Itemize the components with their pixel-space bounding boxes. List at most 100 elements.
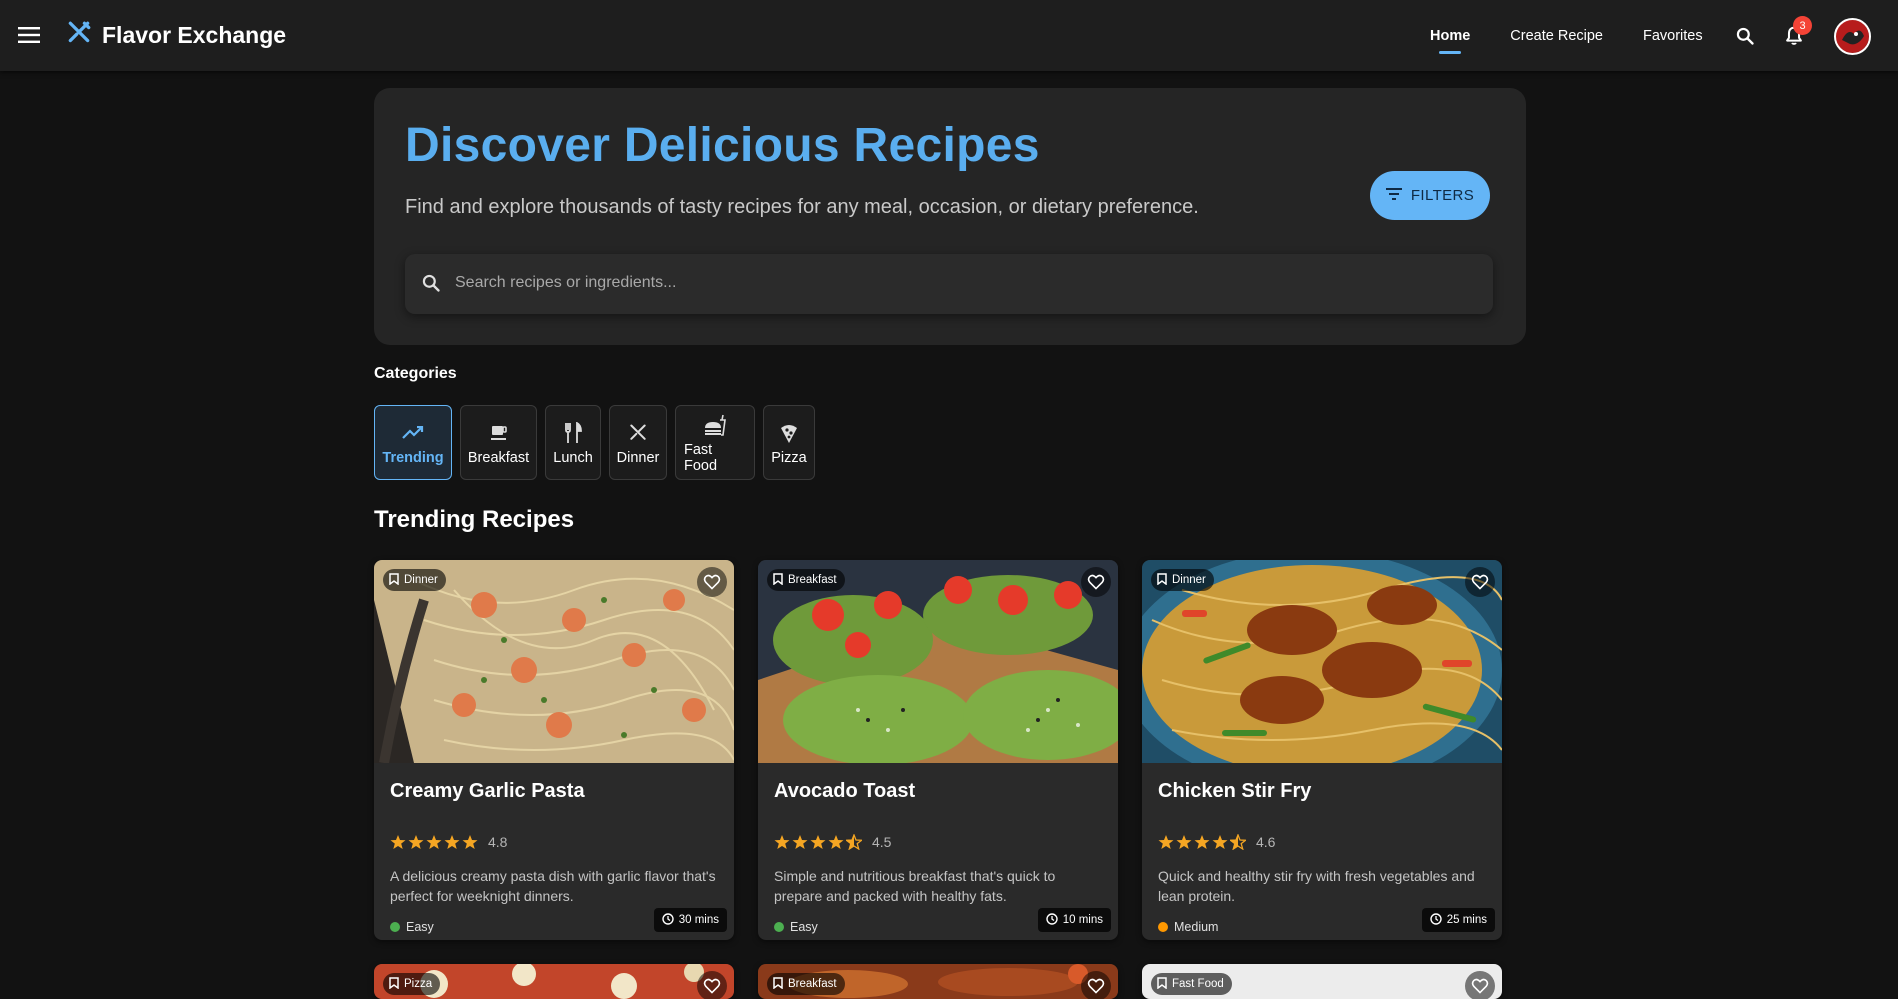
filters-button[interactable]: FILTERS — [1370, 171, 1490, 220]
pizza-icon — [779, 420, 799, 446]
recipe-title: Avocado Toast — [774, 780, 916, 802]
app-title: Flavor Exchange — [102, 22, 287, 48]
star-icon — [462, 835, 478, 849]
heart-icon — [1087, 574, 1105, 590]
nav-favorites[interactable]: Favorites — [1623, 24, 1723, 48]
filter-icon — [1385, 187, 1402, 204]
star-icon — [810, 835, 826, 849]
category-chip-label: Dinner — [1172, 574, 1206, 586]
main-nav: Home Create Recipe Favorites — [1410, 24, 1723, 54]
hero-section: Discover Delicious Recipes Find and expl… — [374, 88, 1526, 345]
search-button[interactable] — [1727, 18, 1763, 54]
recipe-card[interactable]: Dinner 30 mins Creamy Garlic Pasta 4.8 A… — [374, 560, 734, 940]
category-label: Fast Food — [684, 441, 718, 474]
star-icon — [1212, 835, 1228, 849]
favorite-button[interactable] — [697, 971, 727, 999]
category-chip: Fast Food — [1151, 973, 1232, 995]
rating: 4.6 — [1158, 834, 1275, 850]
star-icon — [1194, 835, 1210, 849]
difficulty: Easy — [774, 920, 818, 934]
recipe-title: Creamy Garlic Pasta — [390, 780, 585, 802]
trending-icon — [402, 420, 424, 446]
rating: 4.8 — [390, 834, 507, 850]
category-lunch[interactable]: Lunch — [545, 405, 601, 480]
star-icon — [408, 835, 424, 849]
difficulty: Medium — [1158, 920, 1218, 934]
star-icon — [426, 835, 442, 849]
category-fast-food[interactable]: Fast Food — [675, 405, 755, 480]
category-breakfast[interactable]: Breakfast — [460, 405, 537, 480]
brand[interactable]: Flavor Exchange — [66, 20, 286, 51]
bookmark-icon — [773, 976, 783, 992]
category-chip-label: Fast Food — [1172, 978, 1224, 990]
star-rating — [390, 834, 478, 850]
category-dinner[interactable]: Dinner — [609, 405, 667, 480]
category-chip-label: Breakfast — [788, 574, 837, 586]
clock-icon — [1046, 912, 1058, 928]
difficulty-label: Medium — [1174, 920, 1219, 934]
recipe-card[interactable]: Dinner 25 mins Chicken Stir Fry 4.6 Quic… — [1142, 560, 1502, 940]
star-icon — [1230, 834, 1246, 850]
bookmark-icon — [773, 572, 783, 588]
category-label: Trending — [382, 449, 444, 466]
bookmark-icon — [1157, 976, 1167, 992]
app-bar: Flavor Exchange Home Create Recipe Favor… — [0, 0, 1898, 71]
category-label: Lunch — [553, 449, 593, 466]
star-icon — [846, 834, 862, 850]
search-icon — [1736, 27, 1754, 45]
rating-value: 4.8 — [488, 834, 508, 850]
heart-icon — [1471, 574, 1489, 590]
category-chip: Pizza — [383, 973, 441, 995]
category-label: Breakfast — [467, 449, 530, 466]
coffee-icon — [489, 420, 509, 446]
filters-label: FILTERS — [1410, 187, 1475, 204]
star-icon — [792, 835, 808, 849]
star-icon — [1158, 835, 1174, 849]
time-label: 30 mins — [678, 914, 719, 926]
nav-create-recipe[interactable]: Create Recipe — [1490, 24, 1623, 48]
time-chip: 30 mins — [653, 908, 727, 932]
star-rating — [1158, 834, 1246, 850]
recipe-card[interactable]: Breakfast — [758, 964, 1118, 999]
time-label: 25 mins — [1446, 914, 1487, 926]
star-rating — [774, 834, 862, 850]
utensils-logo-icon — [66, 20, 92, 51]
recipe-description: Simple and nutritious breakfast that's q… — [774, 868, 1056, 904]
category-label: Pizza — [771, 449, 807, 466]
category-pizza[interactable]: Pizza — [763, 405, 815, 480]
categories-heading: Categories — [374, 365, 457, 382]
favorite-button[interactable] — [1081, 971, 1111, 999]
recipe-card[interactable]: Pizza — [374, 964, 734, 999]
star-icon — [828, 835, 844, 849]
time-chip: 10 mins — [1037, 908, 1111, 932]
favorite-button[interactable] — [1465, 567, 1495, 597]
difficulty-dot — [774, 922, 784, 932]
favorite-button[interactable] — [697, 567, 727, 597]
search-icon — [421, 273, 441, 298]
utensils-icon — [563, 420, 583, 446]
category-trending[interactable]: Trending — [374, 405, 452, 480]
star-icon — [1176, 835, 1192, 849]
nav-home[interactable]: Home — [1410, 24, 1490, 54]
rating: 4.5 — [774, 834, 891, 850]
bookmark-icon — [389, 976, 399, 992]
favorite-button[interactable] — [1081, 567, 1111, 597]
recipe-card[interactable]: Fast Food — [1142, 964, 1502, 999]
bookmark-icon — [389, 572, 399, 588]
category-list: Trending Breakfast Lunch Dinner Fast Foo… — [374, 405, 815, 480]
category-label: Dinner — [616, 449, 660, 466]
dinner-icon — [628, 420, 648, 446]
time-chip: 25 mins — [1421, 908, 1495, 932]
category-chip-label: Pizza — [404, 978, 433, 990]
time-label: 10 mins — [1062, 914, 1103, 926]
menu-icon[interactable] — [14, 20, 44, 50]
recipe-title: Chicken Stir Fry — [1158, 780, 1312, 802]
avatar[interactable] — [1834, 18, 1871, 55]
search-input[interactable] — [455, 266, 1315, 300]
notifications-button[interactable]: 3 — [1776, 16, 1812, 54]
clock-icon — [662, 912, 674, 928]
favorite-button[interactable] — [1465, 971, 1495, 999]
category-chip: Dinner — [1151, 569, 1214, 591]
recipe-card[interactable]: Breakfast 10 mins Avocado Toast 4.5 Simp… — [758, 560, 1118, 940]
star-icon — [774, 835, 790, 849]
